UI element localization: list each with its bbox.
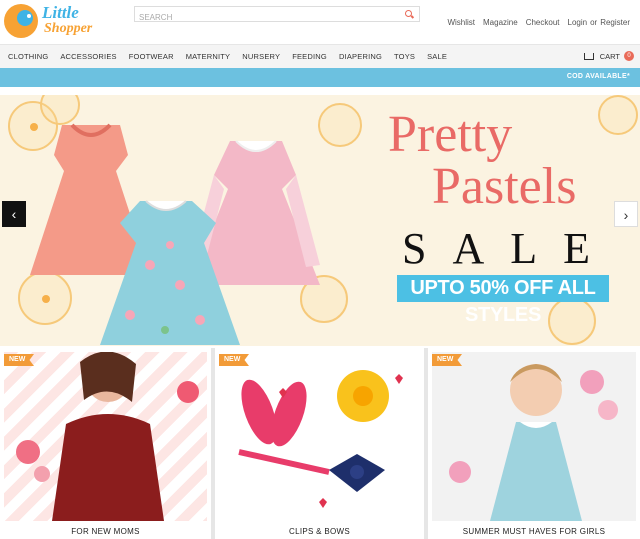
- tile-caption: FOR NEW MOMS: [71, 527, 140, 536]
- banner-offer-strip: UPTO 50% OFF ALL STYLES: [397, 275, 609, 326]
- banner-headline-line2: Pastels: [432, 158, 577, 215]
- chevron-right-icon: ›: [623, 207, 629, 223]
- nav-item-nursery[interactable]: NURSERY: [242, 52, 280, 61]
- flower-decoration: [548, 297, 596, 345]
- dresses-illustration: [30, 123, 320, 345]
- or-text: or: [590, 18, 598, 27]
- logo-text-little: Little: [42, 3, 79, 22]
- promo-tile-clips-bows[interactable]: NEW CLIPS & BOWS: [215, 348, 424, 539]
- promo-tile-new-moms[interactable]: NEW FOR NEW MOMS: [0, 348, 211, 539]
- banner-sale-text: SALE: [402, 224, 616, 273]
- cart-icon: [583, 52, 594, 60]
- nav-item-toys[interactable]: TOYS: [394, 52, 415, 61]
- promo-tile-summer-girls[interactable]: NEW SUMMER MUST HAVES FOR GIRLS: [428, 348, 640, 539]
- site-logo[interactable]: Little Shopper: [4, 2, 96, 38]
- new-badge: NEW: [432, 354, 462, 366]
- wishlist-link[interactable]: Wishlist: [447, 18, 475, 27]
- carousel-prev-button[interactable]: ‹: [2, 201, 26, 227]
- nav-item-diapering[interactable]: DIAPERING: [339, 52, 382, 61]
- main-navigation: CLOTHING ACCESSORIES FOOTWEAR MATERNITY …: [0, 44, 640, 68]
- nav-item-maternity[interactable]: MATERNITY: [186, 52, 231, 61]
- checkout-link[interactable]: Checkout: [526, 18, 560, 27]
- nav-item-clothing[interactable]: CLOTHING: [8, 52, 48, 61]
- nav-item-accessories[interactable]: ACCESSORIES: [60, 52, 116, 61]
- tile-caption: CLIPS & BOWS: [289, 527, 350, 536]
- cart-label: CART: [599, 51, 620, 61]
- flower-decoration: [598, 95, 638, 135]
- logo-text-shopper: Shopper: [44, 21, 93, 36]
- tile-image: [432, 352, 636, 521]
- account-links: Wishlist Magazine Checkout Login or Regi…: [447, 18, 630, 27]
- bird-logo-icon: [4, 4, 38, 38]
- cod-text: COD AVAILABLE*: [566, 73, 630, 80]
- hero-banner[interactable]: Pretty Pastels SALE UPTO 50% OFF ALL STY…: [0, 95, 640, 346]
- search-icon[interactable]: [405, 10, 412, 17]
- cod-available-bar: COD AVAILABLE*: [0, 68, 640, 87]
- nav-item-feeding[interactable]: FEEDING: [292, 52, 327, 61]
- nav-item-sale[interactable]: SALE: [427, 52, 447, 61]
- tile-caption: SUMMER MUST HAVES FOR GIRLS: [462, 527, 606, 536]
- cart-button[interactable]: CART 0: [583, 51, 634, 61]
- cart-count-badge: 0: [624, 51, 634, 61]
- new-badge: NEW: [219, 354, 249, 366]
- banner-headline-line1: Pretty: [388, 106, 513, 163]
- search-box: [134, 6, 420, 25]
- nav-item-footwear[interactable]: FOOTWEAR: [129, 52, 174, 61]
- login-link[interactable]: Login: [568, 18, 588, 27]
- new-badge: NEW: [4, 354, 34, 366]
- carousel-next-button[interactable]: ›: [614, 201, 638, 227]
- search-input[interactable]: [135, 10, 395, 25]
- register-link[interactable]: Register: [600, 18, 630, 27]
- tile-image: [4, 352, 207, 521]
- magazine-link[interactable]: Magazine: [483, 18, 518, 27]
- chevron-left-icon: ‹: [11, 206, 17, 222]
- tile-image: [219, 352, 420, 521]
